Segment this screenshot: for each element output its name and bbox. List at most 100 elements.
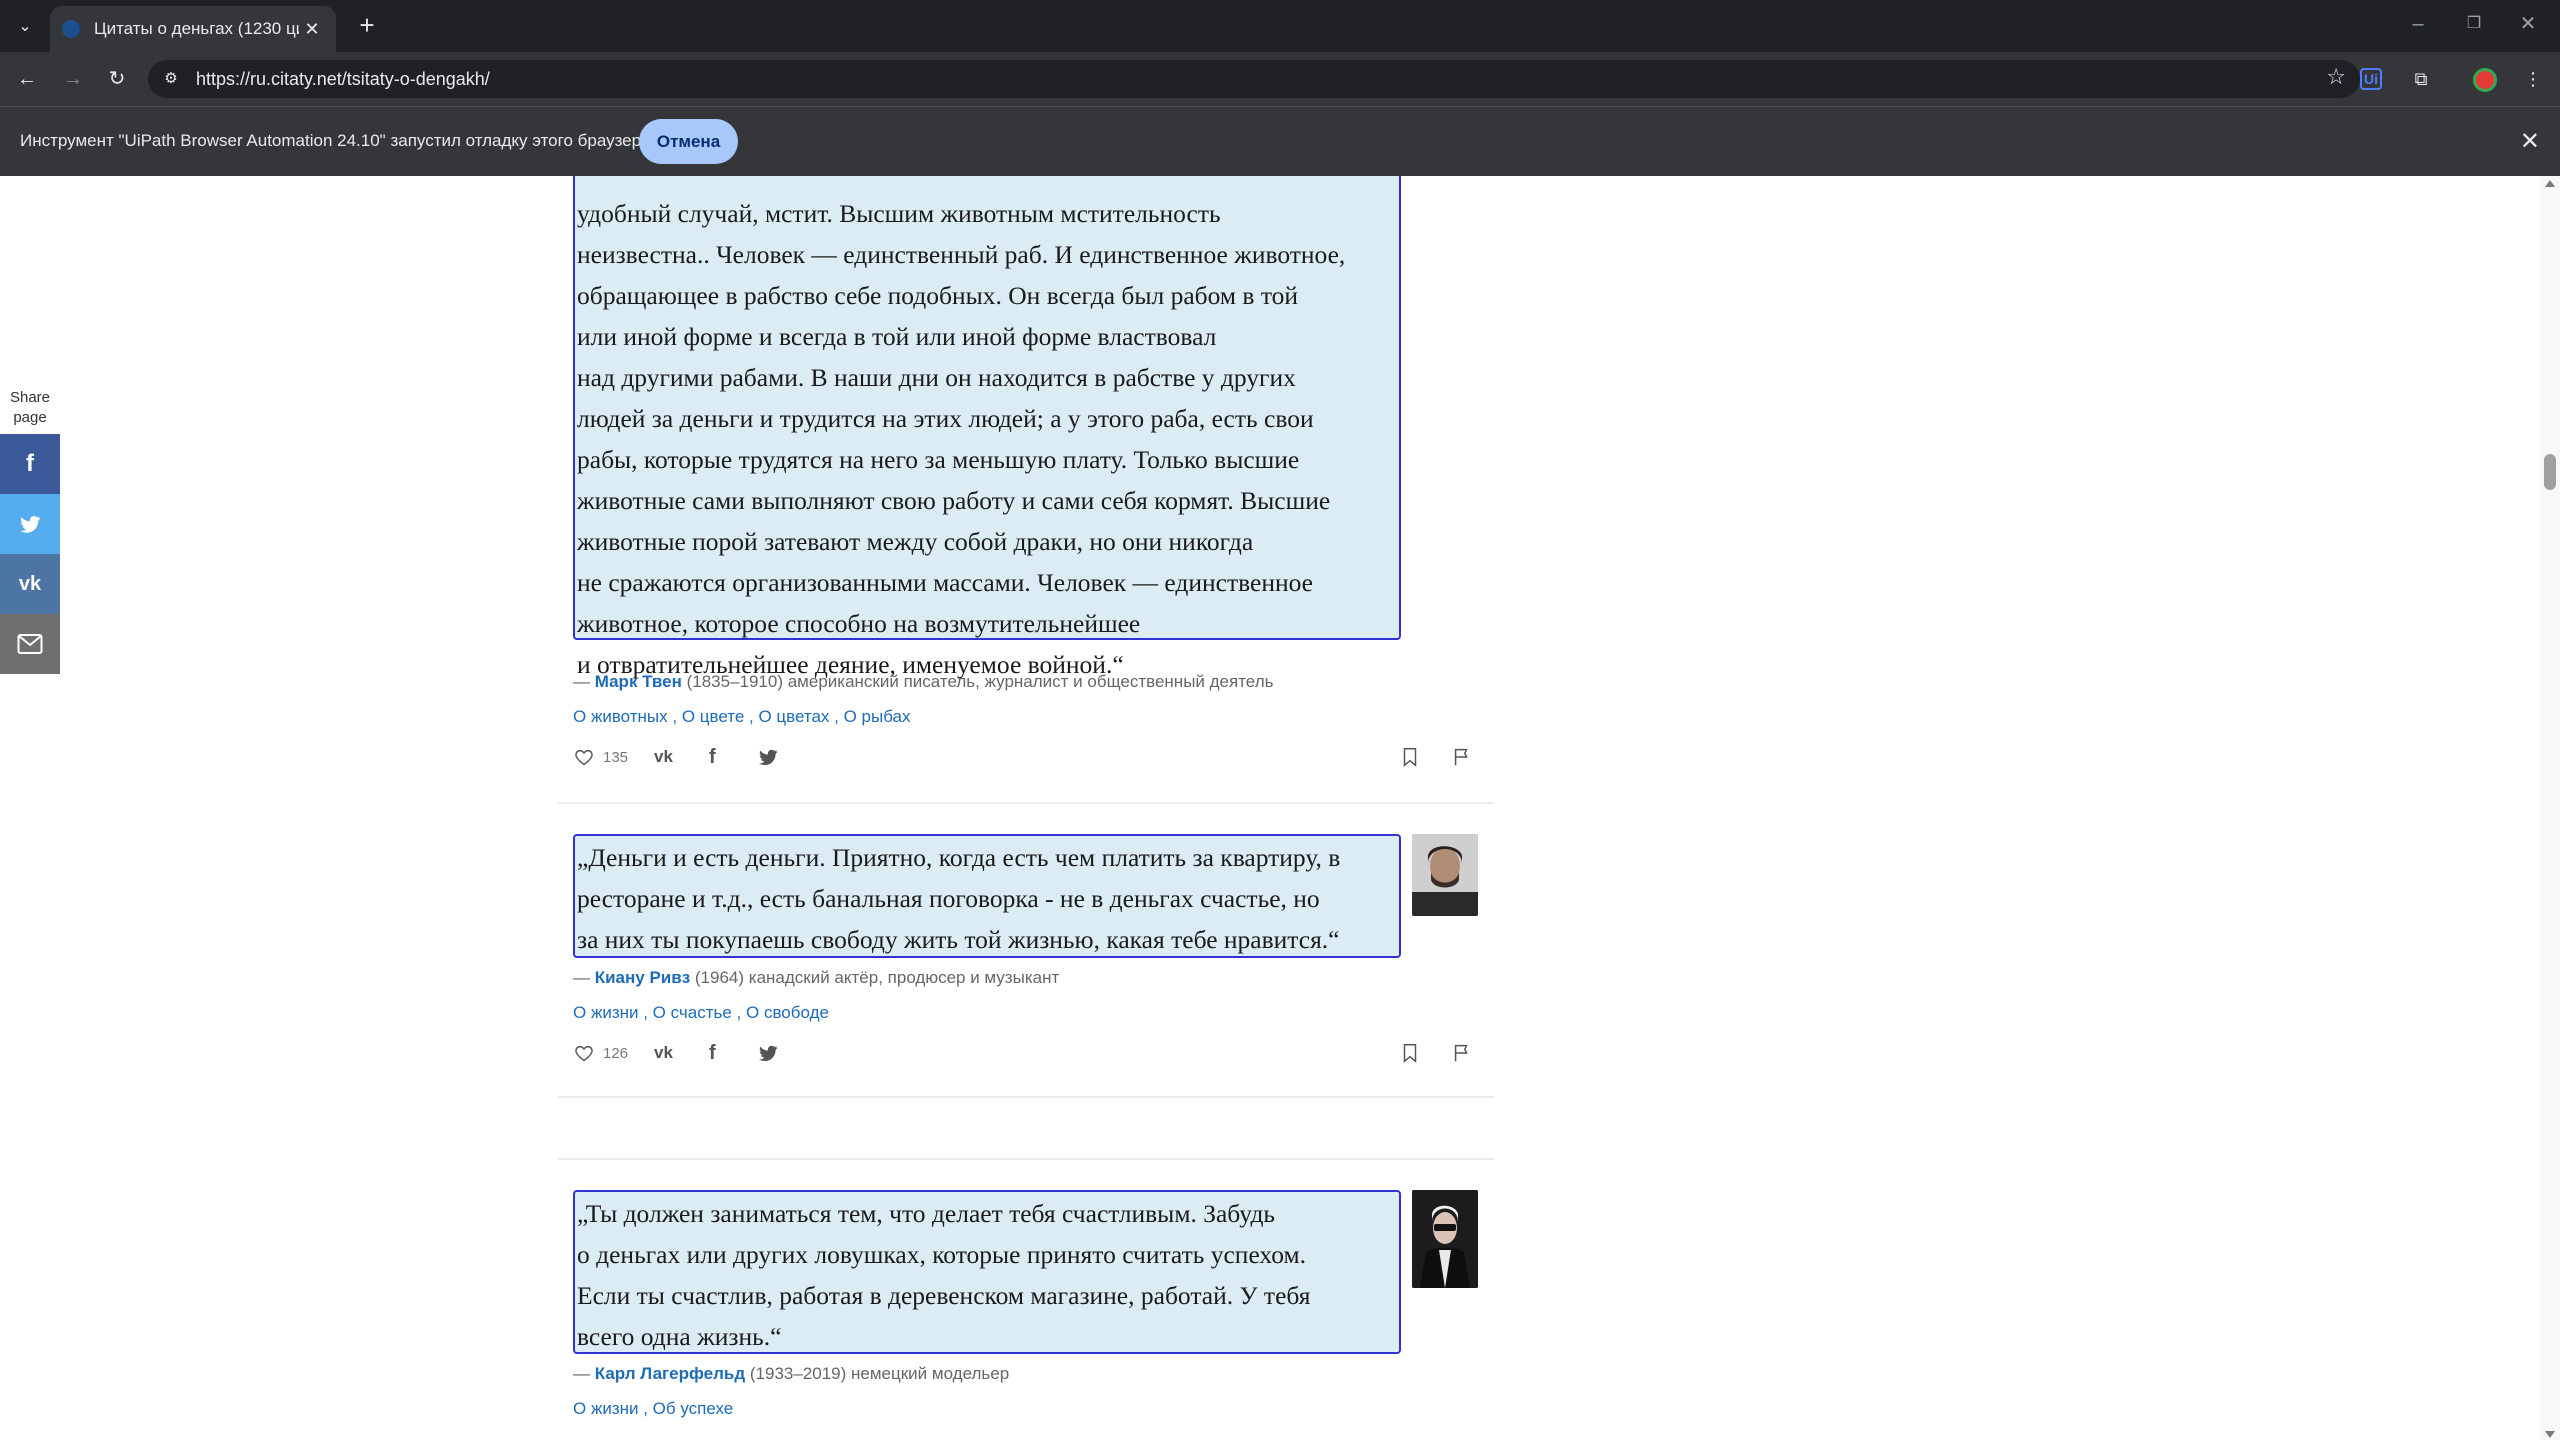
uipath-icon[interactable]: Ui [2360,68,2382,90]
heart-icon [575,1045,593,1062]
quote-line: неизвестна.. Человек — единственный раб.… [577,240,1346,269]
restore-icon[interactable]: ❐ [2454,8,2494,40]
author-link[interactable]: Марк Твен [595,672,682,691]
facebook-share-icon[interactable]: f [709,1038,716,1068]
bookmark-icon[interactable] [1399,742,1421,772]
like-count: 135 [603,748,629,766]
share-label: Share page [0,384,60,434]
browser-tab[interactable]: Цитаты о деньгах (1230 цитат) ✕ [50,6,336,52]
author-meta: (1835–1910) американский писатель, журна… [686,672,1274,691]
vk-share-icon[interactable]: vk [654,1038,673,1068]
scrollbar-thumb[interactable] [2544,454,2556,490]
facebook-share-button[interactable]: f [0,434,60,494]
tab-bar: ⌄ Цитаты о деньгах (1230 цитат) ✕ + – ❐ … [0,0,2560,52]
author-portrait[interactable] [1412,834,1478,916]
quote-divider [558,802,1494,804]
page-scrollbar[interactable] [2540,176,2560,1440]
tag-link[interactable]: О счастье [653,1003,732,1022]
twitter-share-button[interactable] [0,494,60,554]
minimize-icon[interactable]: – [2398,8,2438,40]
cancel-debug-button[interactable]: Отмена [639,119,738,164]
tab-title: Цитаты о деньгах (1230 цитат) [94,19,299,38]
quote-line [575,176,1399,193]
tune-icon[interactable]: ⚙ [158,66,184,92]
quote-line: Если ты счастлив, работая в деревенском … [577,1281,1311,1310]
star-icon[interactable]: ☆ [2326,64,2346,90]
scroll-up-arrow-icon[interactable] [2545,180,2555,187]
arrow-left-icon[interactable]: ← [12,64,42,94]
twitter-icon [20,516,41,533]
bookmark-icon[interactable] [1399,1038,1421,1068]
quote-line: ресторане и т.д., есть банальная поговор… [577,884,1320,913]
quote-line: животные порой затевают между собой драк… [577,527,1254,556]
vk-icon: vk [18,572,42,595]
share-label-line2: page [13,409,47,426]
author-meta: (1933–2019) немецкий модельер [749,1364,1010,1383]
page-content: Share page f vk удобный случай, мстит. В… [0,176,2540,1440]
twitter-share-icon[interactable] [757,742,779,772]
quote-line: о деньгах или других ловушках, которые п… [577,1240,1306,1269]
quote-attribution: — Марк Твен (1835–1910) американский пис… [573,672,1274,691]
quote-line: за них ты покупаешь свободу жить той жиз… [577,925,1340,954]
quote-actions: 126 vk f [573,1038,1493,1068]
vk-share-icon[interactable]: vk [654,742,673,772]
tag-link[interactable]: О рыбах [844,707,911,726]
puzzle-icon[interactable]: ⧉ [2406,64,2436,94]
quote-card-3: „Ты должен заниматься тем, что делает те… [558,1190,1494,1440]
quote-attribution: — Киану Ривз (1964) канадский актёр, про… [573,968,1060,987]
quote-line: „Деньги и есть деньги. Приятно, когда ес… [577,843,1341,872]
tag-link[interactable]: Об успехе [653,1399,734,1418]
arrow-right-icon[interactable]: → [58,64,88,94]
quote-line: не сражаются организованными массами. Че… [577,568,1313,597]
like-button[interactable]: 126 [573,1038,628,1068]
tag-link[interactable]: О жизни [573,1399,639,1418]
like-button[interactable]: 135 [573,742,628,772]
flag-icon[interactable] [1451,1038,1473,1068]
site-favicon-icon [62,20,80,38]
email-share-button[interactable] [0,614,60,674]
facebook-share-icon[interactable]: f [709,742,716,772]
url-text[interactable]: https://ru.citaty.net/tsitaty-o-dengakh/ [196,69,490,90]
quote-actions: 135 vk f [573,742,1493,772]
quote-text-box[interactable]: удобный случай, мстит. Высшим животным м… [573,176,1401,679]
address-bar[interactable]: ⚙ https://ru.citaty.net/tsitaty-o-dengak… [148,60,2360,98]
reload-icon[interactable]: ↻ [102,64,132,94]
quote-line: животные сами выполняют свою работу и са… [577,486,1331,515]
quote-line: всего одна жизнь.“ [577,1322,782,1351]
author-link[interactable]: Киану Ривз [595,968,690,987]
quote-line: „Ты должен заниматься тем, что делает те… [577,1199,1276,1228]
quote-text-box[interactable]: „Ты должен заниматься тем, что делает те… [573,1190,1401,1354]
profile-icon[interactable] [2473,68,2497,92]
chevron-down-icon[interactable]: ⌄ [10,11,40,41]
author-meta: (1964) канадский актёр, продюсер и музык… [694,968,1060,987]
share-panel: Share page f vk [0,384,60,674]
vk-share-button[interactable]: vk [0,554,60,614]
quote-line: животное, которое способно на возмутител… [577,609,1141,638]
quote-text-box[interactable]: „Деньги и есть деньги. Приятно, когда ес… [573,834,1401,958]
quote-line: обращающее в рабство себе подобных. Он в… [577,281,1299,310]
plus-icon[interactable]: + [352,11,382,41]
tag-link[interactable]: О свободе [746,1003,829,1022]
facebook-icon: f [26,450,34,477]
author-link[interactable]: Карл Лагерфельд [595,1364,745,1383]
infobar-text: Инструмент "UiPath Browser Automation 24… [20,131,656,150]
twitter-share-icon[interactable] [757,1038,779,1068]
kebab-menu-icon[interactable]: ⋮ [2518,64,2548,94]
tag-link[interactable]: О цветах [758,707,829,726]
tag-link[interactable]: О цвете [682,707,744,726]
quote-line: над другими рабами. В наши дни он находи… [577,363,1296,392]
scroll-down-arrow-icon[interactable] [2545,1431,2555,1438]
close-window-icon[interactable]: ✕ [2508,8,2548,40]
share-label-line1: Share [9,389,51,406]
debug-infobar: Инструмент "UiPath Browser Automation 24… [0,106,2560,176]
close-icon[interactable]: ✕ [2520,127,2540,156]
flag-icon[interactable] [1451,742,1473,772]
author-portrait[interactable] [1412,1190,1478,1288]
quote-line: удобный случай, мстит. Высшим животным м… [577,199,1221,228]
quote-line: или иной форме и всегда в той или иной ф… [577,322,1217,351]
quote-line: рабы, которые трудятся на него за меньшу… [577,445,1300,474]
close-icon[interactable]: ✕ [300,19,324,40]
tag-link[interactable]: О жизни [573,1003,639,1022]
quote-line: людей за деньги и трудится на этих людей… [577,404,1314,433]
tag-link[interactable]: О животных [573,707,668,726]
